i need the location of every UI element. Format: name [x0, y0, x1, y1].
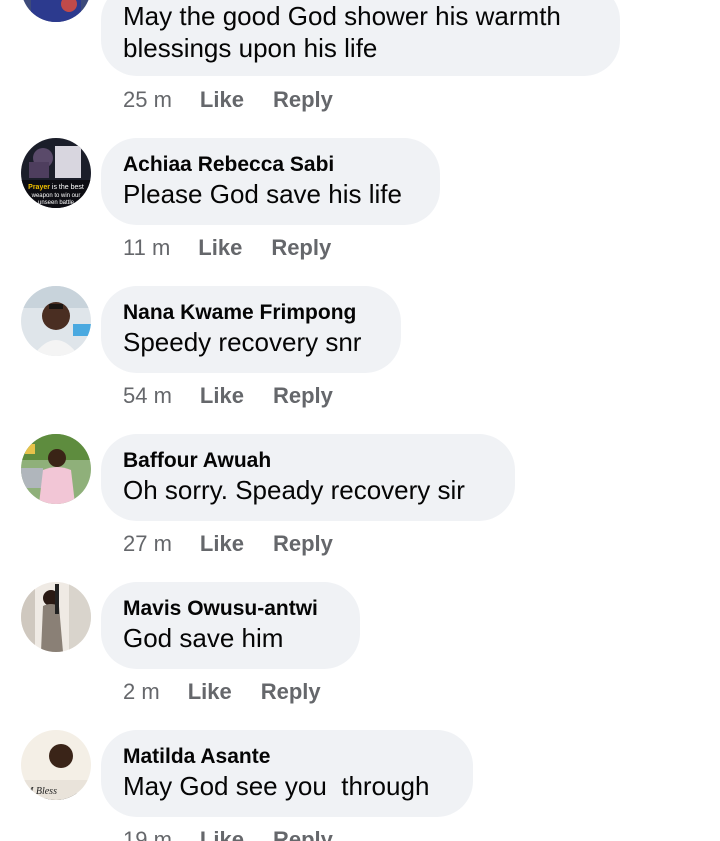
- svg-text:weapon to win our: weapon to win our: [31, 193, 81, 199]
- reply-link[interactable]: Reply: [273, 87, 333, 113]
- avatar[interactable]: [21, 286, 91, 356]
- comment-text: God save him: [123, 623, 284, 653]
- avatar[interactable]: [21, 0, 91, 22]
- like-link[interactable]: Like: [200, 383, 244, 409]
- comment-meta: 25 m Like Reply: [123, 87, 333, 113]
- comment-timestamp: 19 m: [123, 827, 172, 841]
- comment-text: Please God save his life: [123, 179, 402, 209]
- like-link[interactable]: Like: [200, 827, 244, 841]
- comment-bubble: Matilda Asante May God see you through: [101, 730, 473, 817]
- user-photo-icon: [21, 582, 91, 652]
- comment-author[interactable]: Matilda Asante: [123, 743, 451, 770]
- comment-timestamp: 11 m: [123, 235, 171, 260]
- comment-author[interactable]: Achiaa Rebecca Sabi: [123, 151, 418, 178]
- comment-meta: 54 m Like Reply: [123, 383, 333, 409]
- reply-link[interactable]: Reply: [273, 531, 333, 557]
- comment-text: May God see you through: [123, 771, 430, 801]
- avatar-caption-text: Prayer is the best: [28, 184, 84, 191]
- svg-text:unseen battle: unseen battle: [38, 200, 75, 206]
- comment-text: Oh sorry. Speady recovery sir: [123, 475, 465, 505]
- avatar[interactable]: [21, 434, 91, 504]
- comment-bubble: Baffour Awuah Oh sorry. Speady recovery …: [101, 434, 515, 521]
- comment-timestamp: 27 m: [123, 531, 172, 556]
- comment-bubble: May the good God shower his warmth bless…: [101, 0, 620, 76]
- comment-text: Speedy recovery snr: [123, 327, 362, 357]
- comment-meta: 11 m Like Reply: [123, 235, 331, 261]
- avatar-caption-text: M Bless: [24, 786, 57, 797]
- comment-text-line: May the good God shower his warmth: [123, 1, 561, 31]
- comment-bubble: Mavis Owusu-antwi God save him: [101, 582, 360, 669]
- avatar[interactable]: M Bless: [21, 730, 91, 800]
- comment-meta: 19 m Like Reply: [123, 827, 333, 841]
- user-photo-icon: [21, 286, 91, 356]
- like-link[interactable]: Like: [200, 531, 244, 557]
- comment-author[interactable]: Nana Kwame Frimpong: [123, 299, 379, 326]
- comment-meta: 27 m Like Reply: [123, 531, 333, 557]
- comment-text-line: blessings upon his life: [123, 33, 378, 63]
- comment-author[interactable]: Mavis Owusu-antwi: [123, 595, 338, 622]
- avatar[interactable]: [21, 582, 91, 652]
- reply-link[interactable]: Reply: [271, 235, 331, 261]
- comment-timestamp: 25 m: [123, 87, 172, 112]
- like-link[interactable]: Like: [188, 679, 232, 705]
- comment-author[interactable]: Baffour Awuah: [123, 447, 493, 474]
- like-link[interactable]: Like: [198, 235, 242, 261]
- user-photo-icon: Prayer is the best weapon to win our uns…: [21, 138, 91, 208]
- user-photo-icon: M Bless: [21, 730, 91, 800]
- reply-link[interactable]: Reply: [273, 827, 333, 841]
- comment-timestamp: 54 m: [123, 383, 172, 408]
- like-link[interactable]: Like: [200, 87, 244, 113]
- user-photo-icon: [21, 434, 91, 504]
- comments-feed: May the good God shower his warmth bless…: [0, 0, 720, 841]
- comment-timestamp: 2 m: [123, 679, 160, 704]
- avatar[interactable]: Prayer is the best weapon to win our uns…: [21, 138, 91, 208]
- reply-link[interactable]: Reply: [273, 383, 333, 409]
- comment-meta: 2 m Like Reply: [123, 679, 321, 705]
- comment-bubble: Achiaa Rebecca Sabi Please God save his …: [101, 138, 440, 225]
- comment-bubble: Nana Kwame Frimpong Speedy recovery snr: [101, 286, 401, 373]
- user-photo-icon: [21, 0, 91, 22]
- reply-link[interactable]: Reply: [261, 679, 321, 705]
